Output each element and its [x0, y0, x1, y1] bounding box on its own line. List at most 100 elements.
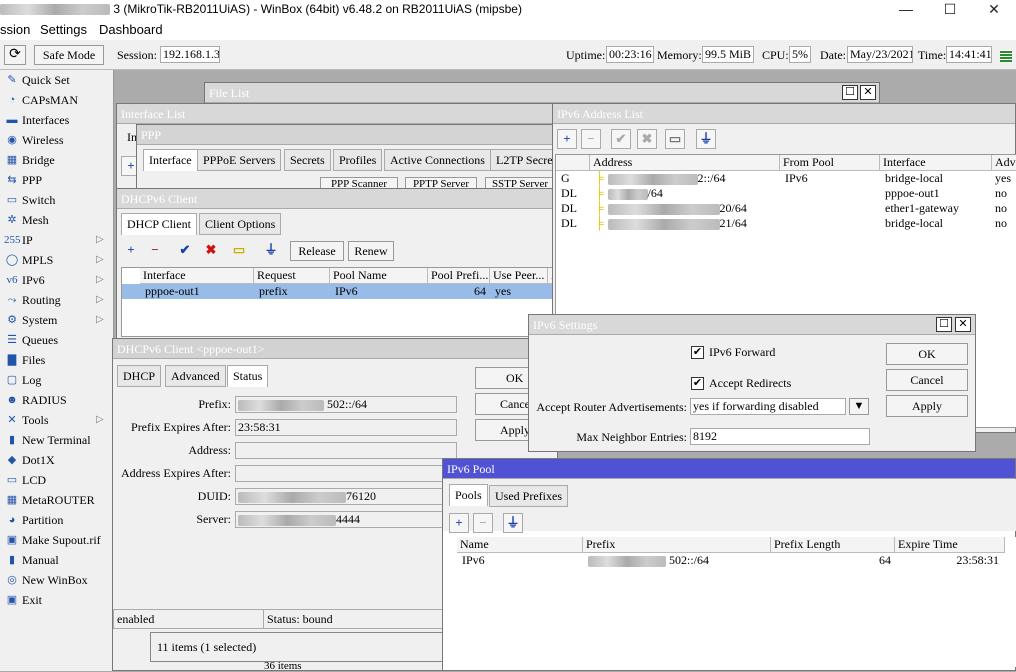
- remove-icon[interactable]: −: [473, 513, 493, 533]
- sidebar-item-radius[interactable]: ☻ RADIUS: [0, 390, 114, 410]
- col-from-pool[interactable]: From Pool: [780, 155, 880, 171]
- filter-icon[interactable]: ⏚: [503, 513, 523, 533]
- tab-active-connections[interactable]: Active Connections: [384, 149, 491, 171]
- cell-address: ╞ 21/64: [592, 216, 778, 231]
- sidebar-item-bridge[interactable]: ▦ Bridge: [0, 150, 114, 170]
- col-pool-prefix[interactable]: Pool Prefi...: [428, 268, 490, 284]
- sidebar-item-switch[interactable]: ▭ Switch: [0, 190, 114, 210]
- tab-used-prefixes[interactable]: Used Prefixes: [489, 485, 568, 507]
- enable-icon[interactable]: ✔: [175, 241, 195, 261]
- sidebar-item-system[interactable]: ⚙ System ▷: [0, 310, 114, 330]
- col-advertise[interactable]: Adve: [992, 155, 1016, 171]
- refresh-icon[interactable]: ⟳: [4, 45, 26, 65]
- sidebar-item-quick-set[interactable]: ✎ Quick Set: [0, 70, 114, 90]
- tab-status[interactable]: Status: [227, 365, 269, 387]
- enable-icon[interactable]: ✔: [611, 129, 631, 149]
- release-button[interactable]: Release: [290, 241, 344, 261]
- menu-session[interactable]: ssion: [0, 22, 30, 37]
- table-row[interactable]: IPv6 502::/64 64 23:58:31: [447, 553, 1016, 568]
- sidebar-item-make-supout-rif[interactable]: ▣ Make Supout.rif: [0, 530, 114, 550]
- add-icon[interactable]: +: [121, 241, 141, 261]
- tab-advanced[interactable]: Advanced: [165, 365, 226, 387]
- tab-dhcp[interactable]: DHCP: [117, 365, 162, 387]
- menu-dashboard[interactable]: Dashboard: [99, 22, 163, 37]
- table-row[interactable]: DL ether1-gateway no ╞ 20/64: [556, 201, 1016, 216]
- table-row[interactable]: G IPv6 bridge-local yes ╞ 2::/64: [556, 171, 1016, 186]
- menu-settings[interactable]: Settings: [40, 22, 87, 37]
- sidebar-item-ipv6[interactable]: v6 IPv6 ▷: [0, 270, 114, 290]
- sidebar-item-log[interactable]: ▢ Log: [0, 370, 114, 390]
- col-flags[interactable]: [556, 155, 590, 171]
- col-pool-name[interactable]: Pool Name: [330, 268, 428, 284]
- add-icon[interactable]: +: [449, 513, 469, 533]
- col-iface[interactable]: Interface: [880, 155, 992, 171]
- sidebar-item-files[interactable]: ▇ Files: [0, 350, 114, 370]
- close-icon[interactable]: ✕: [955, 317, 971, 332]
- table-row[interactable]: pppoe-out1 prefix IPv6 64 yes y: [122, 284, 554, 299]
- apply-button[interactable]: Apply: [886, 395, 968, 417]
- ipv6-forward-checkbox[interactable]: ✔: [691, 346, 704, 359]
- col-prefix-length[interactable]: Prefix Length: [771, 537, 895, 553]
- table-row[interactable]: DL bridge-local no ╞ 21/64: [556, 216, 1016, 231]
- close-button[interactable]: ✕: [972, 0, 1016, 20]
- sidebar-item-new-terminal[interactable]: ▮ New Terminal: [0, 430, 114, 450]
- filter-icon[interactable]: ⏚: [696, 129, 716, 149]
- sidebar-item-new-winbox[interactable]: ◎ New WinBox: [0, 570, 114, 590]
- tab-pppoe-servers[interactable]: PPPoE Servers: [197, 149, 282, 171]
- accept-redirects-checkbox[interactable]: ✔: [691, 377, 704, 390]
- sidebar-item-lcd[interactable]: ▭ LCD: [0, 470, 114, 490]
- sidebar-item-mpls[interactable]: ◯ MPLS ▷: [0, 250, 114, 270]
- filter-icon[interactable]: ⏚: [261, 241, 281, 261]
- comment-icon[interactable]: ▭: [665, 129, 685, 149]
- sidebar-item-interfaces[interactable]: ▬ Interfaces: [0, 110, 114, 130]
- disable-icon[interactable]: ✖: [637, 129, 657, 149]
- col-prefix[interactable]: Prefix: [583, 537, 771, 553]
- maximize-button[interactable]: ☐: [928, 0, 972, 20]
- sidebar-item-tools[interactable]: ✕ Tools ▷: [0, 410, 114, 430]
- maximize-icon[interactable]: ☐: [842, 85, 858, 100]
- col-address[interactable]: Address: [590, 155, 780, 171]
- remove-icon[interactable]: −: [145, 241, 165, 261]
- col-expire-time[interactable]: Expire Time: [895, 537, 1005, 553]
- tab-secrets[interactable]: Secrets: [284, 149, 331, 171]
- sidebar-item-routing[interactable]: ⤳ Routing ▷: [0, 290, 114, 310]
- minimize-button[interactable]: —: [884, 0, 928, 20]
- ara-select[interactable]: yes if forwarding disabled: [690, 398, 846, 415]
- table-row[interactable]: DL pppoe-out1 no ╞ /64: [556, 186, 1016, 201]
- maximize-icon[interactable]: ☐: [936, 317, 952, 332]
- ok-button[interactable]: OK: [886, 343, 968, 365]
- col-interface[interactable]: Interface: [140, 268, 254, 284]
- cancel-button[interactable]: Cancel: [886, 369, 968, 391]
- renew-button[interactable]: Renew: [348, 241, 394, 261]
- sidebar-item-exit[interactable]: ▣ Exit: [0, 590, 114, 610]
- safe-mode-button[interactable]: Safe Mode: [34, 45, 104, 65]
- tab-client-options[interactable]: Client Options: [199, 213, 282, 235]
- sidebar-item-ip[interactable]: 255 IP ▷: [0, 230, 114, 250]
- winbox-icon: ◎: [7, 574, 17, 586]
- session-field[interactable]: 192.168.1.3: [160, 46, 220, 63]
- close-icon[interactable]: ✕: [860, 85, 876, 100]
- sidebar-item-ppp[interactable]: ⇆ PPP: [0, 170, 114, 190]
- tab-interface[interactable]: Interface: [143, 149, 198, 171]
- tab-profiles[interactable]: Profiles: [333, 149, 383, 171]
- add-icon[interactable]: +: [557, 129, 577, 149]
- col-request[interactable]: Request: [254, 268, 330, 284]
- comment-icon[interactable]: ▭: [229, 241, 249, 261]
- mne-field[interactable]: 8192: [690, 428, 870, 445]
- remove-icon[interactable]: −: [581, 129, 601, 149]
- sidebar-item-label: Routing: [22, 293, 61, 307]
- sidebar-item-metarouter[interactable]: ▦ MetaROUTER: [0, 490, 114, 510]
- sidebar-item-queues[interactable]: ☰ Queues: [0, 330, 114, 350]
- sidebar-item-wireless[interactable]: ◉ Wireless: [0, 130, 114, 150]
- col-use-peer[interactable]: Use Peer...: [490, 268, 548, 284]
- col-name[interactable]: Name: [457, 537, 583, 553]
- sidebar-item-manual[interactable]: ▮ Manual: [0, 550, 114, 570]
- dropdown-arrow-icon[interactable]: ▼: [849, 398, 869, 415]
- tab-pools[interactable]: Pools: [449, 484, 488, 506]
- sidebar-item-mesh[interactable]: ✲ Mesh: [0, 210, 114, 230]
- disable-icon[interactable]: ✖: [201, 241, 221, 261]
- sidebar-item-partition[interactable]: ◕ Partition: [0, 510, 114, 530]
- sidebar-item-capsman[interactable]: ◔ CAPsMAN: [0, 90, 114, 110]
- tab-dhcp-client[interactable]: DHCP Client: [121, 213, 197, 235]
- sidebar-item-dot1x[interactable]: ◆ Dot1X: [0, 450, 114, 470]
